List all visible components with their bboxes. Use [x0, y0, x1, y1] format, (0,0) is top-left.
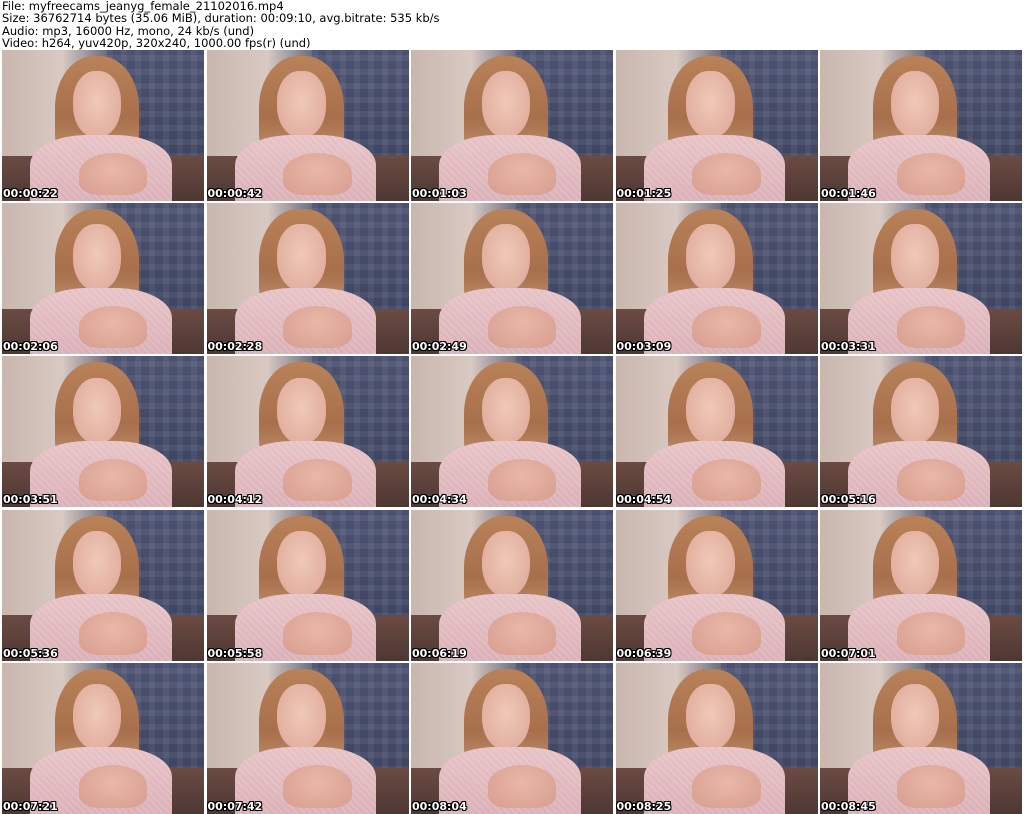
video-thumbnail: 00:08:25: [615, 662, 818, 814]
video-thumbnail: 00:00:42: [206, 50, 409, 201]
thumbnail-timestamp: 00:03:09: [616, 340, 672, 354]
video-thumbnail: 00:05:16: [820, 356, 1022, 508]
video-thumbnail: 00:05:58: [206, 509, 409, 661]
video-thumbnail: 00:05:36: [2, 509, 204, 661]
thumbnail-timestamp: 00:06:19: [412, 646, 467, 660]
thumbnail-timestamp: 00:00:42: [207, 187, 263, 200]
thumbnail-timestamp: 00:06:39: [616, 646, 672, 660]
thumbnail-timestamp: 00:03:51: [3, 493, 58, 507]
video-thumbnail: 00:06:39: [615, 509, 818, 661]
video-thumbnail: 00:03:51: [2, 356, 204, 508]
file-size-line: Size: 36762714 bytes (35.06 MiB), durati…: [2, 11, 440, 26]
thumbnail-timestamp: 00:05:58: [207, 646, 263, 660]
thumbnail-timestamp: 00:01:03: [412, 187, 467, 200]
video-thumbnail: 00:01:25: [615, 50, 818, 201]
video-thumbnail: 00:08:04: [411, 662, 613, 814]
thumbnail-timestamp: 00:01:25: [616, 187, 672, 200]
video-thumbnail: 00:07:01: [820, 509, 1022, 661]
video-info-line: Video: h264, yuv420p, 320x240, 1000.00 f…: [2, 35, 311, 50]
thumbnail-timestamp: 00:05:36: [3, 646, 58, 660]
video-thumbnail: 00:00:22: [2, 50, 204, 201]
thumbnail-timestamp: 00:03:31: [821, 340, 876, 354]
video-thumbnail: 00:02:28: [206, 203, 409, 355]
video-thumbnail: 00:02:06: [2, 203, 204, 355]
file-info-header: File: myfreecams_jeanyg_female_21102016.…: [2, 0, 1022, 50]
video-thumbnail: 00:07:21: [2, 662, 204, 814]
thumbnail-timestamp: 00:00:22: [3, 187, 58, 200]
video-thumbnail: 00:03:09: [615, 203, 818, 355]
thumbnail-timestamp: 00:02:49: [412, 340, 467, 354]
thumbnail-grid: 00:00:22 00:00:42 00:01:03 00:01:25 00:0…: [2, 50, 1022, 814]
thumbnail-timestamp: 00:01:46: [821, 187, 876, 200]
thumbnail-timestamp: 00:02:06: [3, 340, 58, 354]
video-thumbnail: 00:08:45: [820, 662, 1022, 814]
video-thumbnail: 00:01:03: [411, 50, 613, 201]
video-thumbnail: 00:07:42: [206, 662, 409, 814]
video-thumbnail: 00:03:31: [820, 203, 1022, 355]
thumbnail-timestamp: 00:04:12: [207, 493, 263, 507]
video-thumbnail: 00:06:19: [411, 509, 613, 661]
video-thumbnail: 00:04:54: [615, 356, 818, 508]
video-thumbnail: 00:01:46: [820, 50, 1022, 201]
video-thumbnail: 00:02:49: [411, 203, 613, 355]
thumbnail-timestamp: 00:04:54: [616, 493, 672, 507]
thumbnail-timestamp: 00:02:28: [207, 340, 263, 354]
video-thumbnail: 00:04:12: [206, 356, 409, 508]
video-thumbnail: 00:04:34: [411, 356, 613, 508]
thumbnail-timestamp: 00:07:01: [821, 646, 876, 660]
thumbnail-timestamp: 00:05:16: [821, 493, 876, 507]
thumbnail-timestamp: 00:04:34: [412, 493, 467, 507]
